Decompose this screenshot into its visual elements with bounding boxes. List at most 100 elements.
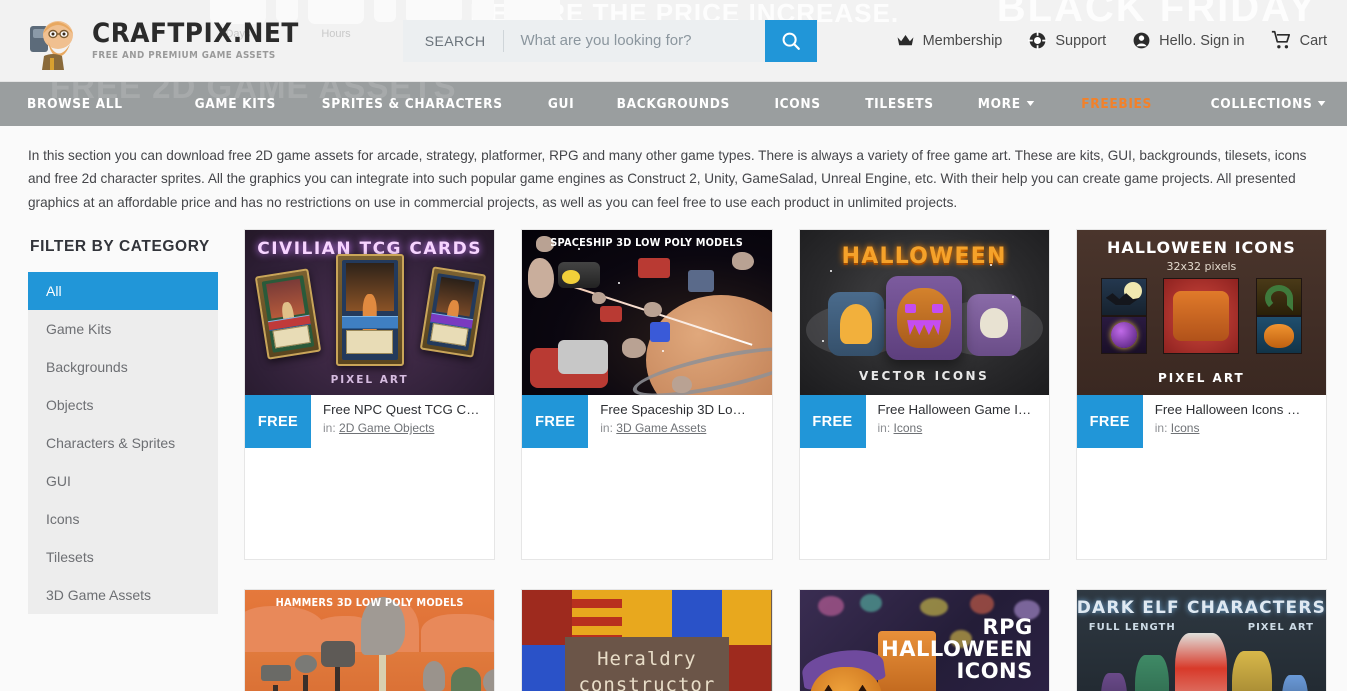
product-category-link[interactable]: Icons [894, 421, 923, 435]
product-grid: CIVILIAN TCG CARDS PIXEL ART FREE Free N… [244, 228, 1327, 691]
pumpkin-icon [897, 288, 952, 349]
sidebar-item-tilesets[interactable]: Tilesets [28, 538, 218, 576]
crown-icon [897, 34, 913, 46]
in-prefix: in: [877, 421, 891, 436]
sidebar-item-gui[interactable]: GUI [28, 462, 218, 500]
spaceship [688, 270, 715, 293]
asteroid [672, 376, 693, 394]
chevron-down-icon [1025, 101, 1034, 106]
free-badge: FREE [1076, 395, 1143, 449]
content-area: FILTER BY CATEGORY All Game Kits Backgro… [0, 228, 1347, 691]
product-card[interactable]: SPACESHIP 3D LOW POLY MODELS FREE Free S… [521, 229, 773, 560]
in-prefix: in: [323, 421, 336, 436]
free-badge: FREE [522, 395, 589, 449]
black-friday-banner-text: BLACK FRIDAY [996, 0, 1317, 30]
product-thumbnail: Heraldry constructor [522, 589, 772, 691]
hammer-handle [450, 666, 481, 691]
nav-item-icons[interactable]: ICONS [775, 97, 821, 112]
spaceship [650, 322, 671, 343]
product-card-footer: FREE Free Halloween Icons … in: Icons [1076, 395, 1326, 449]
skull-icon-tile [966, 294, 1021, 357]
in-prefix: in: [600, 421, 613, 436]
thumb-title: HALLOWEEN ICONS [1106, 238, 1296, 258]
signin-link[interactable]: Hello. Sign in [1132, 31, 1245, 50]
heraldry-tile [721, 589, 772, 645]
product-category-link[interactable]: 2D Game Objects [339, 421, 434, 435]
support-link[interactable]: Support [1028, 31, 1106, 50]
sidebar-item-3d-game-assets[interactable]: 3D Game Assets [28, 576, 218, 614]
hammer-head [320, 640, 355, 667]
product-category-link[interactable]: 3D Game Assets [616, 421, 706, 435]
spaceship [638, 258, 671, 279]
hammer-head [422, 660, 445, 691]
search-input[interactable] [504, 19, 765, 62]
product-category-link[interactable]: Icons [1171, 421, 1200, 435]
hammer-head [260, 664, 291, 681]
sidebar-item-icons[interactable]: Icons [28, 500, 218, 538]
nav-item-more[interactable]: MORE [977, 97, 1034, 112]
nav-item-sprites-characters[interactable]: SPRITES & CHARACTERS [322, 97, 503, 112]
cart-link[interactable]: Cart [1271, 30, 1327, 51]
search-submit-button[interactable] [764, 19, 817, 62]
pumpkin-icon-cell [1163, 278, 1240, 355]
pumpkin-eye [855, 684, 870, 691]
thumb-subtitle: VECTOR ICONS [858, 369, 990, 384]
product-meta: Free Halloween Game I… in: Icons [866, 395, 1042, 448]
product-card[interactable]: HALLOWEEN ICONS 32x32 pixels PIXEL ART F… [1075, 229, 1327, 560]
thumb-subtitle: constructor [578, 674, 716, 691]
sidebar-item-backgrounds[interactable]: Backgrounds [28, 348, 218, 386]
product-title: Free Spaceship 3D Lo… [600, 402, 746, 418]
thumb-title: Heraldry [597, 648, 697, 671]
star [618, 282, 621, 285]
product-category-line: in: 3D Game Assets [600, 421, 746, 435]
star [578, 248, 581, 251]
tcg-card-left [254, 268, 322, 360]
site-logo[interactable]: CRAFTPIX.NET FREE AND PREMIUM GAME ASSET… [24, 12, 317, 70]
product-card-footer: FREE Free NPC Quest TCG C… in: 2D Game O… [245, 395, 495, 449]
nav-item-collections[interactable]: COLLECTIONS [1210, 97, 1326, 112]
thumb-title: HALLOWEEN [841, 244, 1007, 270]
star [1011, 296, 1014, 299]
nav-item-gui[interactable]: GUI [548, 97, 574, 112]
category-filter-sidebar: FILTER BY CATEGORY All Game Kits Backgro… [28, 228, 218, 691]
nav-item-freebies[interactable]: FREEBIES [1082, 97, 1153, 112]
chevron-down-icon [1317, 101, 1326, 106]
sidebar-item-objects[interactable]: Objects [28, 386, 218, 424]
skull-orb-icon [1110, 322, 1137, 349]
product-card[interactable]: HALLOWEEN VECTOR ICONS FREE Free Hallowe… [798, 229, 1050, 560]
product-card[interactable]: HAMMERS 3D LOW POLY MODELS FREE Free Ham… [244, 588, 496, 691]
sidebar-item-characters-sprites[interactable]: Characters & Sprites [28, 424, 218, 462]
signin-label: Hello. Sign in [1159, 32, 1245, 49]
nav-item-browse-all[interactable]: BROWSE ALL [27, 97, 123, 112]
product-thumbnail: SPACESHIP 3D LOW POLY MODELS [522, 230, 772, 396]
star [821, 340, 824, 343]
elf-character [1282, 674, 1308, 691]
asteroid [622, 338, 647, 359]
candy-blob [919, 597, 948, 616]
thumb-title: SPACESHIP 3D LOW POLY MODELS [550, 237, 744, 250]
thumb-tag-left: FULL LENGTH [1088, 621, 1176, 633]
elf-character [1175, 632, 1228, 691]
product-card[interactable]: RPG HALLOWEEN ICONS 50 icons 512x512px F… [798, 588, 1050, 691]
membership-link[interactable]: Membership [896, 31, 1003, 50]
product-card[interactable]: Heraldry constructor FREE Free Heraldry … [521, 588, 773, 691]
product-title: Free NPC Quest TCG C… [323, 402, 480, 418]
product-card-footer: FREE Free Spaceship 3D Lo… in: 3D Game A… [522, 395, 772, 449]
sidebar-item-game-kits[interactable]: Game Kits [28, 310, 218, 348]
hammer-handle [320, 640, 355, 691]
nav-item-backgrounds[interactable]: BACKGROUNDS [616, 97, 729, 112]
nav-item-game-kits[interactable]: GAME KITS [194, 97, 275, 112]
product-card[interactable]: CIVILIAN TCG CARDS PIXEL ART FREE Free N… [244, 229, 496, 560]
membership-label: Membership [922, 32, 1003, 49]
user-account-icon [1133, 32, 1150, 49]
header-links: Membership Support Hello. Sign in Cart [896, 30, 1327, 51]
elf-character [1134, 654, 1169, 691]
nav-item-tilesets[interactable]: TILESETS [865, 97, 934, 112]
product-meta: Free Spaceship 3D Lo… in: 3D Game Assets [588, 395, 756, 448]
product-title: Free Halloween Game I… [877, 402, 1032, 418]
ghost-icon-tile [827, 292, 884, 357]
thumb-subtitle: 32x32 pixels [1166, 260, 1237, 274]
product-card[interactable]: DARK ELF CHARACTERS FULL LENGTH PIXEL AR… [1075, 588, 1327, 691]
hammer-head [294, 654, 317, 673]
sidebar-item-all[interactable]: All [28, 272, 218, 311]
